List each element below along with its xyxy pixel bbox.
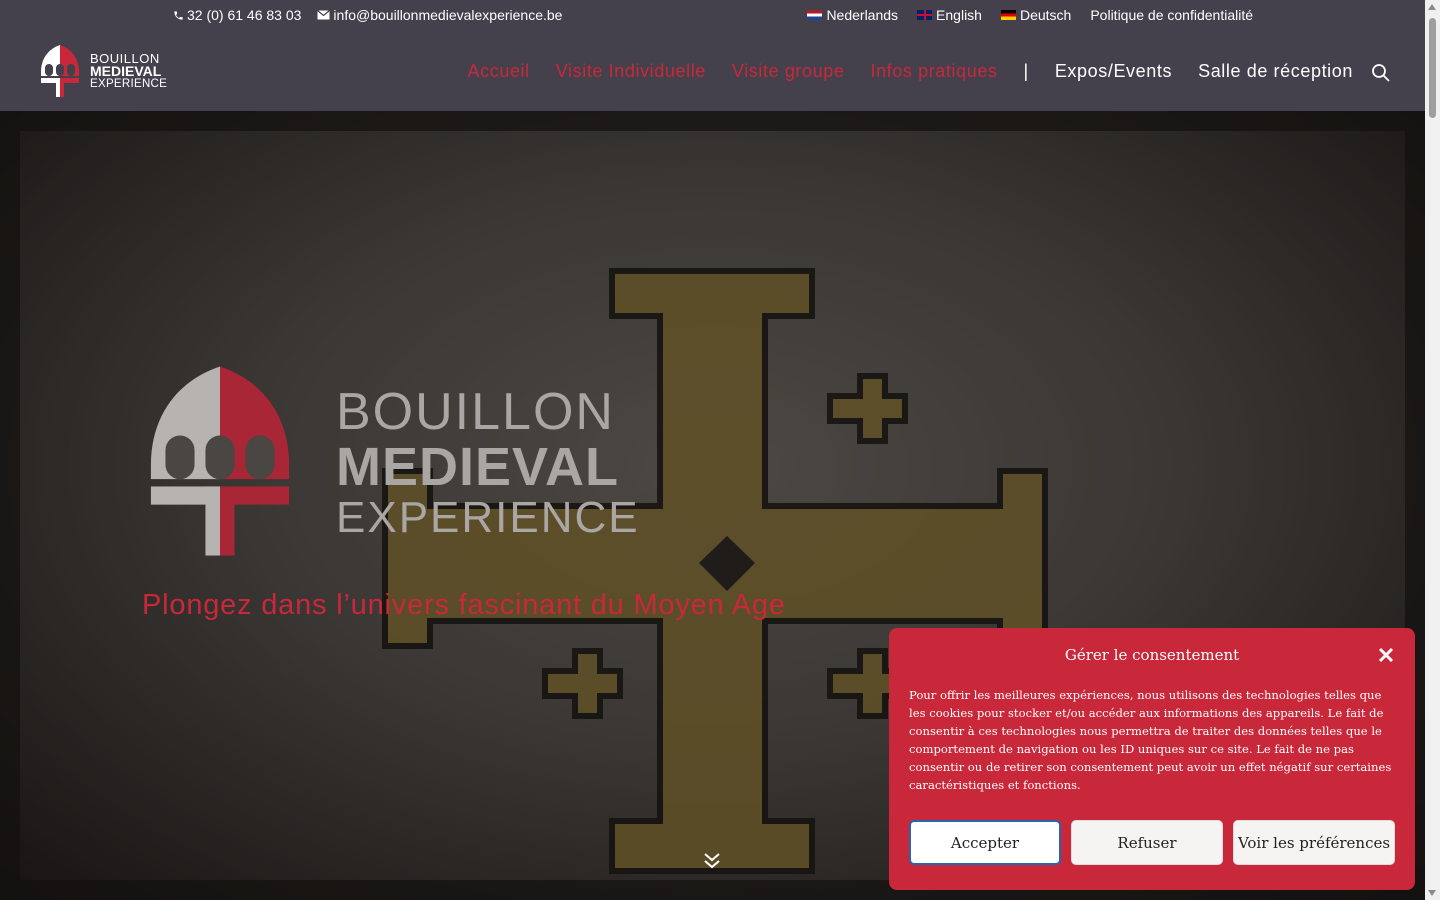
lang-label: English <box>936 7 982 23</box>
phone-number: 32 (0) 61 46 83 03 <box>187 7 302 23</box>
email-link[interactable]: info@bouillonmedievalexperience.be <box>317 7 562 23</box>
nav-item-visite-groupe[interactable]: Visite groupe <box>732 61 845 82</box>
uk-flag-icon <box>917 10 933 20</box>
email-address: info@bouillonmedievalexperience.be <box>333 7 563 23</box>
hero-wordmark: BOUILLON MEDIEVAL EXPERIENCE <box>336 386 640 540</box>
de-flag-icon <box>1000 10 1016 20</box>
language-switcher: Nederlands English Deutsch Politique de … <box>807 7 1253 23</box>
main-header: BOUILLON MEDIEVAL EXPERIENCE Accueil Vis… <box>0 32 1425 111</box>
top-bar: 32 (0) 61 46 83 03 info@bouillonmedieval… <box>0 0 1425 32</box>
consent-title: Gérer le consentement <box>1064 646 1240 664</box>
search-icon[interactable] <box>1371 63 1391 83</box>
nav-separator: | <box>1023 61 1029 81</box>
hero-tagline: Plongez dans l’univers fascinant du Moye… <box>142 589 786 621</box>
lang-deutsch[interactable]: Deutsch <box>1000 7 1072 23</box>
nav-item-expos-events[interactable]: Expos/Events <box>1055 61 1172 82</box>
scroll-down-icon[interactable] <box>702 851 722 871</box>
lang-label: Deutsch <box>1019 7 1072 23</box>
nav-item-accueil[interactable]: Accueil <box>468 61 530 82</box>
hero-brand-line-1: BOUILLON <box>336 383 615 441</box>
refuse-button[interactable]: Refuser <box>1071 820 1223 865</box>
accept-button[interactable]: Accepter <box>909 820 1061 865</box>
envelope-icon <box>317 10 331 20</box>
phone-icon <box>174 10 183 20</box>
contact-info: 32 (0) 61 46 83 03 info@bouillonmedieval… <box>173 7 562 23</box>
logo-line-2: MEDIEVAL <box>90 62 162 79</box>
helmet-logo-icon <box>41 45 79 97</box>
nav-item-visite-individuelle[interactable]: Visite Individuelle <box>556 61 706 82</box>
close-icon[interactable] <box>1377 646 1395 664</box>
consent-body-text: Pour offrir les meilleures expériences, … <box>909 688 1392 792</box>
scroll-down-arrow-icon[interactable] <box>1428 890 1436 896</box>
cookie-consent-dialog: Gérer le consentement Pour offrir les me… <box>889 628 1415 890</box>
scrollbar-thumb[interactable] <box>1429 18 1436 118</box>
hero-helmet-logo-icon <box>150 366 290 556</box>
main-nav: Accueil Visite Individuelle Visite group… <box>468 61 1353 82</box>
lang-english[interactable]: English <box>917 7 982 23</box>
page-scrollbar[interactable] <box>1425 0 1440 900</box>
lang-nederlands[interactable]: Nederlands <box>807 7 898 23</box>
privacy-policy-link[interactable]: Politique de confidentialité <box>1090 7 1253 23</box>
scroll-up-arrow-icon[interactable] <box>1428 4 1436 10</box>
nav-item-salle-de-reception[interactable]: Salle de réception <box>1198 61 1353 82</box>
hero-brand-line-3: EXPERIENCE <box>336 493 640 542</box>
lang-label: Nederlands <box>826 7 899 23</box>
nav-item-infos-pratiques[interactable]: Infos pratiques <box>870 61 997 82</box>
hero-brand-line-2: MEDIEVAL <box>336 437 620 497</box>
phone-link[interactable]: 32 (0) 61 46 83 03 <box>173 7 301 23</box>
view-preferences-button[interactable]: Voir les préférences <box>1233 820 1395 865</box>
site-logo[interactable]: BOUILLON MEDIEVAL EXPERIENCE <box>38 44 167 98</box>
nl-flag-icon <box>807 10 823 20</box>
logo-line-3: EXPERIENCE <box>90 77 168 90</box>
logo-wordmark: BOUILLON MEDIEVAL EXPERIENCE <box>90 52 167 91</box>
